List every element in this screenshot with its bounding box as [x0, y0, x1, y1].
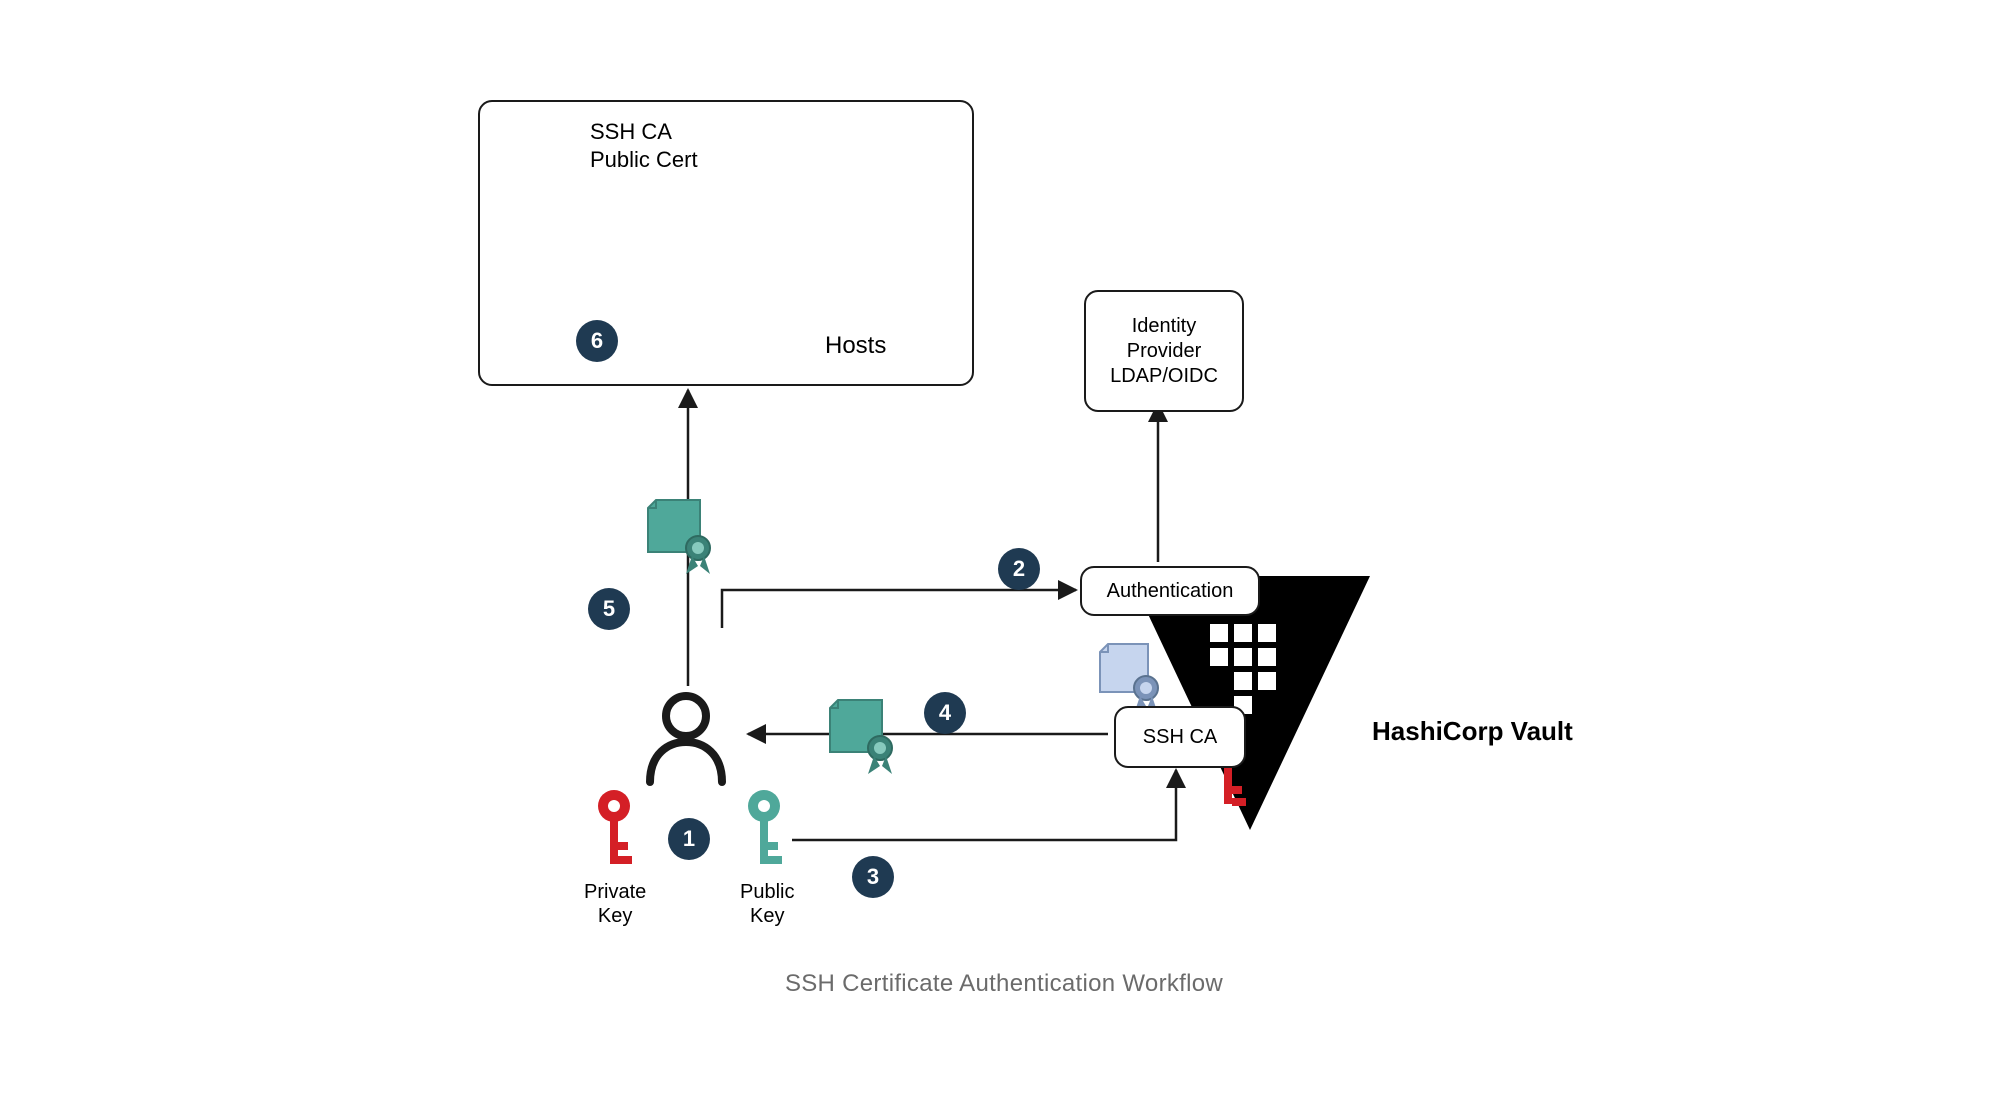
text: Provider [1127, 339, 1201, 364]
user-icon [650, 696, 722, 782]
certificate-icon [1100, 644, 1158, 714]
public-key-label: Public Key [740, 880, 794, 928]
hosts-label: Hosts [825, 332, 886, 360]
key-icon [598, 790, 632, 864]
text: Identity [1132, 314, 1196, 339]
arrow-user-to-auth [722, 590, 1076, 628]
text: SSH CA [1143, 726, 1217, 749]
text: SSH CA [590, 119, 672, 144]
private-key-label: Private Key [584, 880, 646, 928]
identity-provider-box: Identity Provider LDAP/OIDC [1084, 290, 1244, 412]
text: Public [740, 881, 794, 903]
text: LDAP/OIDC [1110, 364, 1218, 389]
diagram-caption: SSH Certificate Authentication Workflow [785, 970, 1223, 998]
diagram-canvas: Hosts SSH CA Public Cert Identity Provid… [0, 0, 2008, 1118]
text: Private [584, 881, 646, 903]
step-badge-1: 1 [668, 818, 710, 860]
certificate-icon [648, 500, 710, 574]
key-icon [748, 790, 782, 864]
hosts-box [478, 100, 974, 386]
arrow-pubkey-to-sshca [792, 770, 1176, 840]
step-badge-3: 3 [852, 856, 894, 898]
step-badge-5: 5 [588, 588, 630, 630]
step-badge-6: 6 [576, 320, 618, 362]
certificate-icon [830, 700, 892, 774]
step-badge-4: 4 [924, 692, 966, 734]
vault-label: HashiCorp Vault [1372, 716, 1573, 747]
step-badge-2: 2 [998, 548, 1040, 590]
ssh-ca-box: SSH CA [1114, 706, 1246, 768]
text: Authentication [1107, 580, 1234, 603]
text: Public Cert [590, 147, 698, 172]
text: Key [750, 905, 784, 927]
ssh-ca-public-cert-label: SSH CA Public Cert [590, 118, 698, 173]
authentication-box: Authentication [1080, 566, 1260, 616]
text: Key [598, 905, 632, 927]
